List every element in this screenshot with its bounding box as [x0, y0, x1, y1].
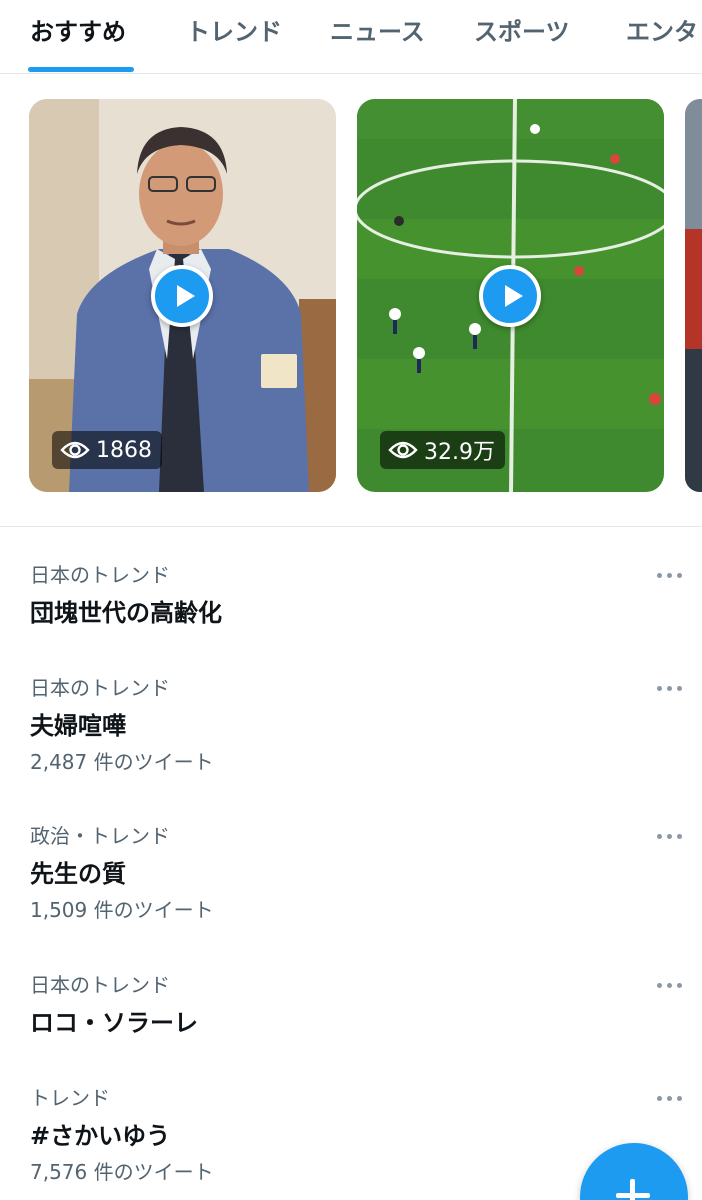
trend-title: ロコ・ソラーレ — [30, 1009, 198, 1037]
view-count-badge: 32.9万 — [380, 431, 505, 469]
more-options-icon[interactable] — [657, 980, 687, 990]
trend-context: 日本のトレンド — [30, 563, 170, 587]
trend-tweet-count: 2,487 件のツイート — [30, 750, 214, 774]
play-icon — [177, 285, 195, 307]
video-card-next[interactable] — [685, 99, 702, 492]
trend-item[interactable]: 政治・トレンド 先生の質 1,509 件のツイート — [30, 823, 682, 923]
trend-context: 日本のトレンド — [30, 973, 170, 997]
video-carousel[interactable]: 1868 32.9万 — [0, 99, 702, 494]
more-options-icon[interactable] — [657, 683, 687, 693]
play-button[interactable] — [151, 265, 213, 327]
trend-title: 先生の質 — [30, 860, 126, 888]
trend-item[interactable]: 日本のトレンド 夫婦喧嘩 2,487 件のツイート — [30, 675, 682, 775]
tab-entertainment[interactable]: エンタ — [626, 0, 698, 73]
active-tab-indicator — [28, 67, 134, 72]
trend-item[interactable]: トレンド #さかいゆう 7,576 件のツイート — [30, 1085, 682, 1185]
tab-sports[interactable]: スポーツ — [474, 0, 570, 73]
section-divider — [0, 526, 702, 527]
trend-context: トレンド — [30, 1086, 110, 1110]
trend-title: #さかいゆう — [30, 1122, 171, 1150]
trend-item[interactable]: 日本のトレンド ロコ・ソラーレ — [30, 972, 682, 1038]
video-card-interview[interactable]: 1868 — [29, 99, 336, 492]
view-count: 32.9万 — [424, 440, 495, 465]
eye-icon — [60, 441, 90, 459]
explore-page: おすすめ トレンド ニュース スポーツ エンタ 1868 32.9万 日本のトレ… — [0, 0, 702, 1200]
more-options-icon[interactable] — [657, 570, 687, 580]
explore-tabbar: おすすめ トレンド ニュース スポーツ エンタ — [0, 0, 702, 74]
view-count-badge: 1868 — [52, 431, 162, 469]
more-options-icon[interactable] — [657, 1093, 687, 1103]
more-options-icon[interactable] — [657, 831, 687, 841]
view-count: 1868 — [96, 437, 152, 463]
video-thumbnail-next — [685, 99, 702, 492]
tab-trending[interactable]: トレンド — [186, 0, 282, 73]
trend-item[interactable]: 日本のトレンド 団塊世代の高齢化 — [30, 562, 682, 628]
trend-title: 団塊世代の高齢化 — [30, 599, 222, 627]
trend-context: 政治・トレンド — [30, 824, 170, 848]
tab-news[interactable]: ニュース — [330, 0, 425, 73]
play-icon — [505, 285, 523, 307]
video-card-football[interactable]: 32.9万 — [357, 99, 664, 492]
trend-tweet-count: 1,509 件のツイート — [30, 898, 214, 922]
tab-recommended[interactable]: おすすめ — [30, 0, 126, 73]
trend-title: 夫婦喧嘩 — [30, 712, 126, 740]
play-button[interactable] — [479, 265, 541, 327]
eye-icon — [388, 441, 418, 459]
trend-context: 日本のトレンド — [30, 676, 170, 700]
